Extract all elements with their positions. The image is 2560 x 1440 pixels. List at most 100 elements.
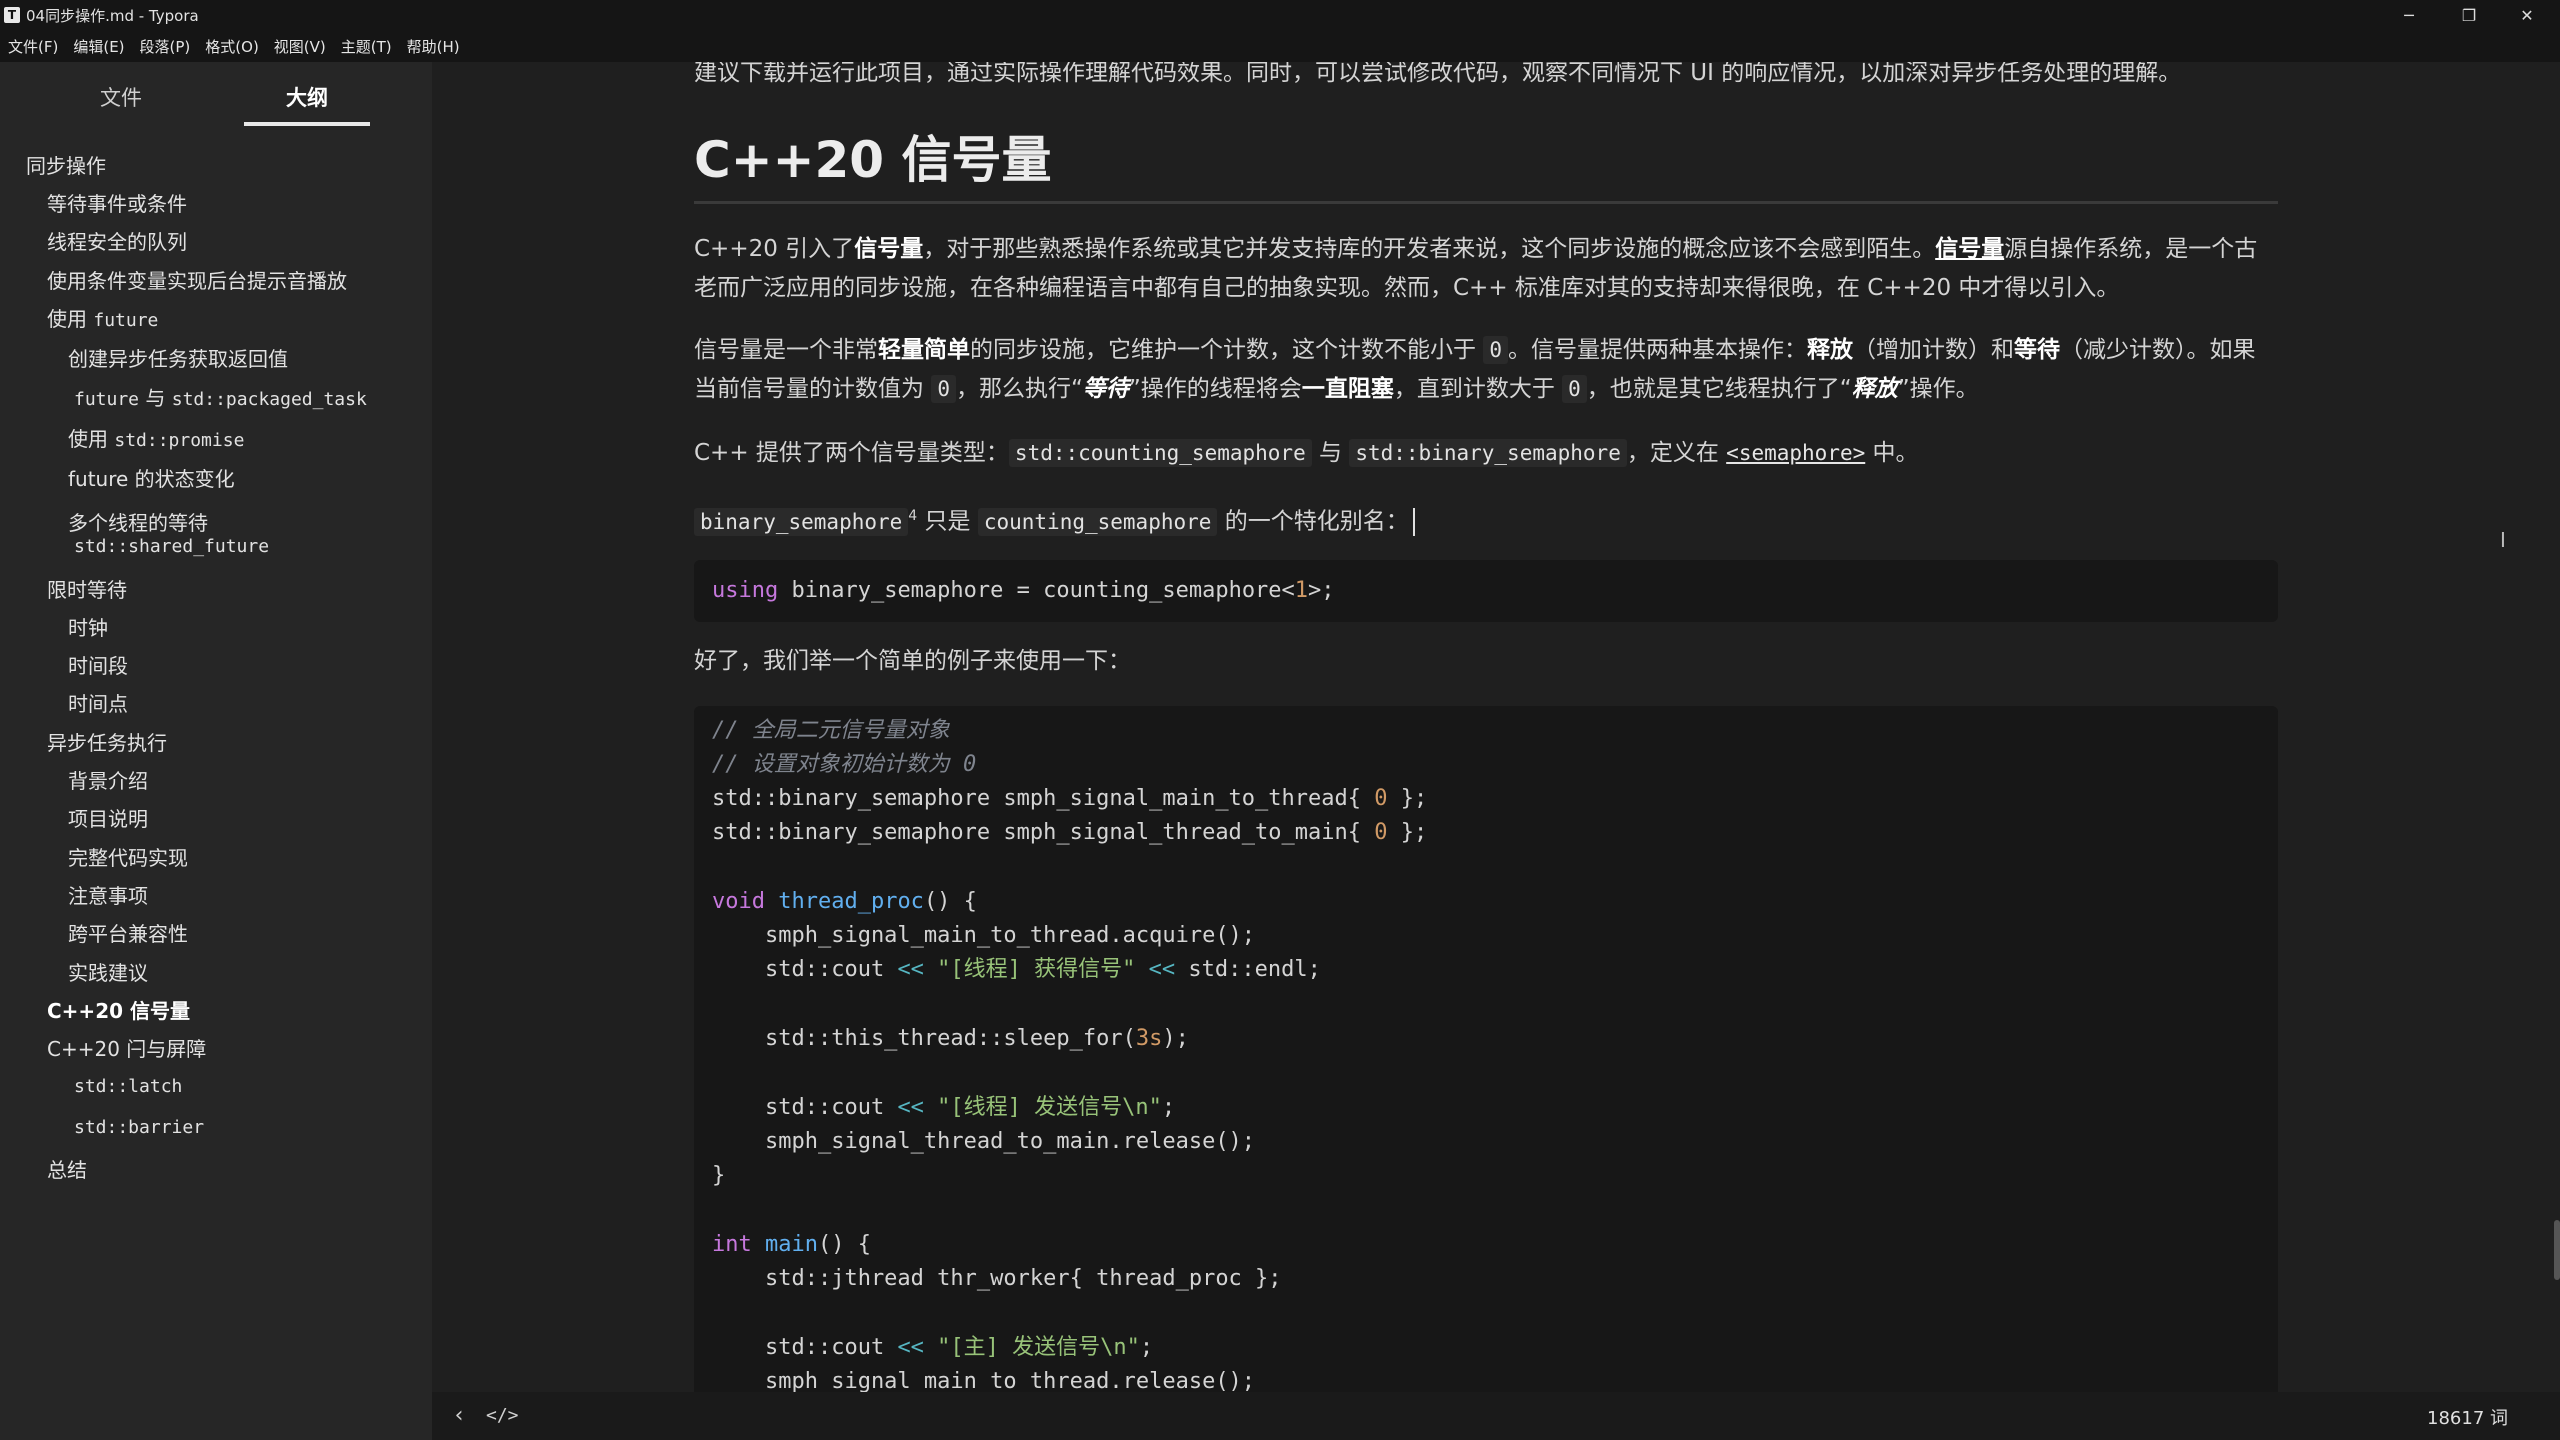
outline-item[interactable]: 项目说明: [68, 803, 148, 832]
code-line: smph_signal_main_to_thread.acquire();: [712, 923, 1256, 948]
code-line: using binary_semaphore = counting_semaph…: [712, 574, 1335, 608]
code-token: 0: [1374, 786, 1388, 811]
outline-item[interactable]: 线程安全的队列: [47, 226, 187, 255]
text: ，也就是其它线程执行了“: [1586, 376, 1852, 402]
outline-item[interactable]: 实践建议: [68, 957, 148, 986]
code-line: }: [712, 1163, 726, 1188]
outline-item[interactable]: 等待事件或条件: [47, 188, 187, 217]
outline-item-code: future: [74, 389, 140, 410]
heading-semaphore: C++20 信号量: [694, 131, 1052, 189]
outline-item[interactable]: future 的状态变化: [68, 463, 235, 492]
outline-item[interactable]: 使用条件变量实现后台提示音播放: [47, 265, 347, 294]
inline-code: binary_semaphore: [694, 507, 909, 536]
code-block[interactable]: // 全局二元信号量对象 // 设置对象初始计数为 0 std::binary_…: [694, 706, 2278, 1392]
paragraph: C++ 提供了两个信号量类型： std::counting_semaphore 与…: [694, 434, 2278, 473]
code-line: std::cout << "[线程] 发送信号\n";: [712, 1091, 1175, 1125]
outline-item[interactable]: 使用 std::promise: [68, 423, 244, 452]
paragraph: C++20 引入了信号量，对于那些熟悉操作系统或其它并发支持库的开发者来说，这个…: [694, 230, 2278, 308]
text: 信号量是一个非常: [694, 337, 878, 363]
menu-edit[interactable]: 编辑(E): [73, 36, 124, 57]
outline-item[interactable]: 完整代码实现: [68, 842, 188, 871]
text: 的一个特化别名：: [1217, 508, 1409, 535]
text: C++ 提供了两个信号量类型：: [694, 440, 1009, 466]
outline-item[interactable]: 时钟: [68, 612, 108, 641]
code-token: 3s: [1135, 1026, 1163, 1051]
code-token: <<: [1135, 957, 1176, 982]
outline-item[interactable]: 创建异步任务获取返回值: [68, 343, 288, 372]
code-line: smph_signal_thread_to_main.release();: [712, 1129, 1256, 1154]
bold-italic-text: 等待: [1082, 376, 1129, 402]
footnote-ref[interactable]: 4: [908, 508, 917, 524]
code-token: () {: [923, 889, 977, 914]
menu-theme[interactable]: 主题(T): [341, 36, 392, 57]
word-count[interactable]: 18617 词: [2427, 1404, 2508, 1430]
outline-item[interactable]: 总结: [47, 1154, 87, 1183]
close-button[interactable]: ✕: [2498, 0, 2556, 30]
outline-item[interactable]: 时间段: [68, 650, 128, 679]
code-token: };: [1387, 820, 1428, 845]
menu-format[interactable]: 格式(O): [205, 36, 259, 57]
outline-item[interactable]: 使用 future: [47, 303, 158, 332]
tab-files[interactable]: 文件: [58, 82, 184, 112]
code-token: std::endl;: [1175, 957, 1321, 982]
outline-item[interactable]: 时间点: [68, 688, 128, 717]
menu-bar: 文件(F) 编辑(E) 段落(P) 格式(O) 视图(V) 主题(T) 帮助(H…: [0, 30, 2560, 62]
inline-code: counting_semaphore: [977, 507, 1218, 536]
link-semaphore-header[interactable]: <semaphore>: [1726, 441, 1865, 465]
scrollbar-thumb[interactable]: [2554, 1220, 2560, 1280]
outline-item-code: std::promise: [114, 430, 245, 451]
code-token: std::this_thread::sleep_for(: [712, 1026, 1136, 1051]
outline-item[interactable]: C++20 闩与屏障: [47, 1033, 206, 1062]
outline-item-active[interactable]: C++20 信号量: [47, 995, 190, 1024]
code-token: >;: [1308, 578, 1335, 603]
menu-view[interactable]: 视图(V): [274, 36, 326, 57]
text: （增加计数）和: [1852, 337, 2014, 363]
outline-item[interactable]: std::barrier: [74, 1114, 204, 1138]
bold-text: 一直阻塞: [1301, 376, 1394, 402]
minimize-button[interactable]: ─: [2380, 0, 2438, 30]
code-token: std::binary_semaphore smph_signal_thread…: [712, 820, 1375, 845]
tab-outline[interactable]: 大纲: [244, 82, 370, 112]
source-code-mode-icon[interactable]: </>: [486, 1402, 519, 1428]
text: 中。: [1865, 440, 1919, 466]
outline-item[interactable]: std::latch: [74, 1073, 182, 1097]
code-line: std::binary_semaphore smph_signal_thread…: [712, 816, 1427, 850]
paragraph: 好了，我们举一个简单的例子来使用一下：: [694, 648, 1131, 674]
code-token: );: [1162, 1026, 1189, 1051]
code-token: () {: [817, 1232, 871, 1257]
code-block[interactable]: using binary_semaphore = counting_semaph…: [694, 560, 2278, 622]
inline-code: 0: [1562, 375, 1587, 403]
menu-paragraph[interactable]: 段落(P): [140, 36, 191, 57]
restore-button[interactable]: ❐: [2440, 0, 2498, 30]
code-line: std::jthread thr_worker{ thread_proc };: [712, 1266, 1282, 1291]
outline-item[interactable]: std::shared_future: [74, 533, 269, 557]
menu-file[interactable]: 文件(F): [8, 36, 58, 57]
outline-item[interactable]: future 与 std::packaged_task: [74, 382, 367, 411]
inline-code: std::binary_semaphore: [1349, 439, 1627, 467]
outline-item[interactable]: 限时等待: [47, 574, 127, 603]
menu-help[interactable]: 帮助(H): [407, 36, 460, 57]
text: 与: [1311, 440, 1350, 466]
code-line: std::binary_semaphore smph_signal_main_t…: [712, 782, 1427, 816]
status-bar: ‹ </> 18617 词: [432, 1392, 2560, 1440]
outline-item-code: std::latch: [74, 1076, 183, 1097]
inline-code: std::counting_semaphore: [1008, 439, 1312, 467]
bold-text: 等待: [2013, 337, 2060, 363]
outline-item[interactable]: 注意事项: [68, 880, 148, 909]
outline-item[interactable]: 异步任务执行: [47, 727, 167, 756]
code-token: main: [751, 1232, 818, 1257]
link-semaphore[interactable]: 信号量: [1935, 236, 2004, 262]
outline-item[interactable]: 背景介绍: [68, 765, 148, 794]
code-token: binary_semaphore = counting_semaphore<: [778, 578, 1295, 603]
code-token: int: [712, 1232, 752, 1257]
active-tab-indicator: [244, 122, 370, 126]
outline-item[interactable]: 多个线程的等待: [68, 507, 208, 536]
outline-item-code: future: [93, 310, 159, 331]
outline-item-code: std::packaged_task: [171, 389, 367, 410]
outline-item[interactable]: 同步操作: [26, 150, 106, 179]
outline-item[interactable]: 跨平台兼容性: [68, 918, 188, 947]
toggle-sidebar-icon[interactable]: ‹: [446, 1402, 472, 1428]
code-token: std::cout: [712, 957, 898, 982]
code-token: std::cout: [712, 1335, 898, 1360]
editor-pane[interactable]: 建议下载并运行此项目，通过实际操作理解代码效果。同时，可以尝试修改代码，观察不同…: [432, 62, 2560, 1392]
